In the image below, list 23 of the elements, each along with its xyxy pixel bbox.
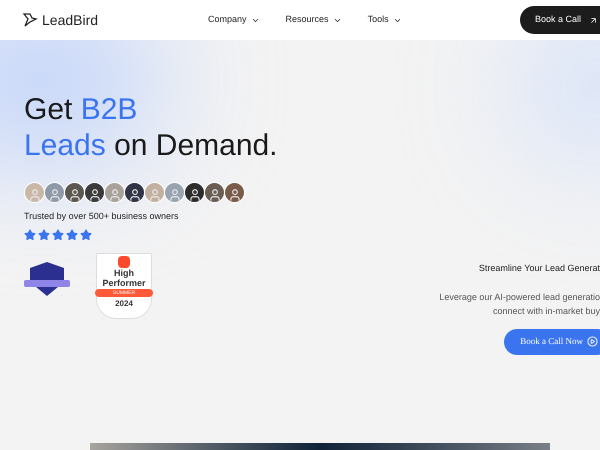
nav-link[interactable]: Resources — [286, 13, 342, 27]
star-icon — [52, 228, 64, 240]
play-circle-icon — [587, 336, 598, 347]
badge-text: High — [114, 268, 134, 278]
star-icon — [24, 228, 36, 240]
certified-badge-icon — [24, 260, 70, 296]
nav-link[interactable]: Tools — [368, 13, 402, 27]
hero-headline: Get B2B — [24, 92, 138, 128]
section-body: Leverage our AI-powered lead generatio connect with in-market buy — [439, 290, 600, 318]
star-icon — [80, 228, 92, 240]
arrow-up-right-icon — [589, 16, 598, 24]
trust-text: Trusted by over 500+ business owners — [24, 210, 180, 223]
section-title: Streamline Your Lead Generat — [478, 262, 600, 275]
badge-year: 2024 — [115, 298, 133, 310]
nav-link[interactable]: Company — [208, 13, 260, 27]
brand-name: LeadBird — [42, 10, 98, 30]
star-icon — [38, 228, 50, 240]
g2-logo-icon — [118, 256, 130, 268]
badge-text: Performer — [102, 278, 146, 288]
hero-headline: Leads on Demand. — [24, 128, 279, 164]
book-call-now-button[interactable]: Book a Call Now — [504, 328, 600, 354]
book-call-button[interactable]: Book a Call — [520, 6, 600, 34]
star-icon — [66, 228, 78, 240]
